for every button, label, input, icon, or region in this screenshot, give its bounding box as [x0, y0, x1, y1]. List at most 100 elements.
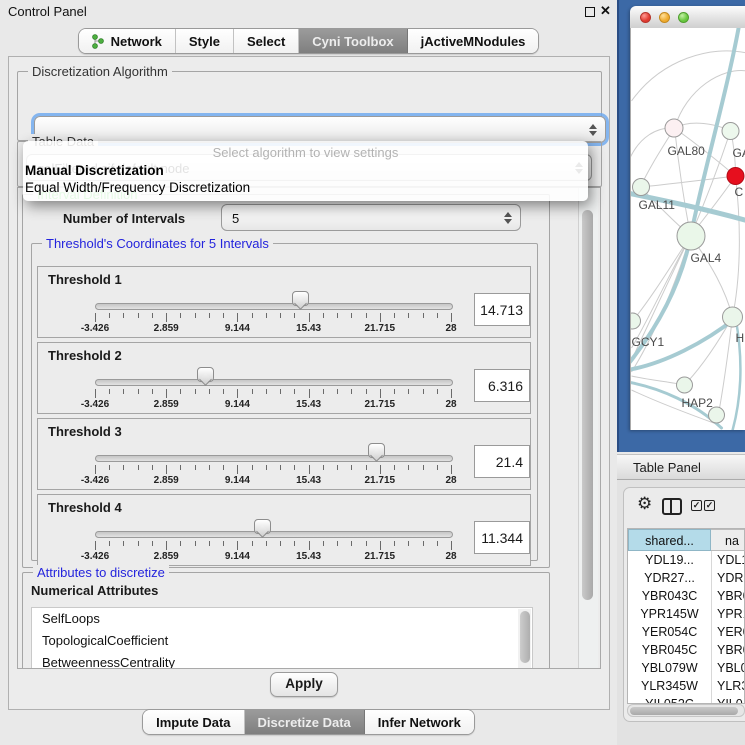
threshold-value-field[interactable]: 21.4 — [474, 445, 530, 478]
tab-network[interactable]: Network — [79, 29, 176, 53]
checkbox-icon[interactable]: ✓ — [704, 500, 715, 511]
slider-tick-label: 28 — [445, 399, 456, 410]
tab-infer-network[interactable]: Infer Network — [365, 710, 474, 734]
apply-button[interactable]: Apply — [270, 672, 338, 697]
slider-track[interactable] — [95, 455, 453, 462]
network-node[interactable] — [677, 222, 705, 250]
network-node[interactable] — [633, 179, 650, 196]
slider-tick — [408, 313, 409, 318]
slider-tick-label: -3.426 — [81, 323, 109, 334]
combo-stepper-icon — [589, 123, 596, 137]
threshold-value-field[interactable]: 6.316 — [474, 369, 530, 402]
network-node[interactable] — [631, 313, 641, 329]
network-node[interactable] — [727, 168, 744, 185]
tab-select[interactable]: Select — [234, 29, 299, 53]
network-node[interactable] — [665, 119, 683, 137]
threshold-value-field[interactable]: 14.713 — [474, 293, 530, 326]
table-row[interactable]: YLR345WYLR3 — [628, 677, 744, 695]
slider-thumb[interactable] — [254, 519, 271, 534]
slider-tick-label: 28 — [445, 475, 456, 486]
minimize-traffic-light-icon[interactable] — [659, 12, 670, 23]
slider-tick — [252, 541, 253, 546]
table-row[interactable]: YER054CYER0 — [628, 623, 744, 641]
slider-tick — [252, 389, 253, 394]
slider-tick — [451, 389, 452, 398]
attributes-list-scroll-thumb[interactable] — [520, 611, 530, 663]
float-window-icon[interactable] — [585, 7, 595, 17]
column-header[interactable]: na — [711, 529, 744, 551]
slider-thumb[interactable] — [197, 367, 214, 382]
table-cell: YIL052C — [628, 695, 712, 704]
settings-scroll-thumb[interactable] — [582, 210, 593, 600]
table-row[interactable]: YDL19...YDL1 — [628, 551, 744, 569]
tab-label: Cyni Toolbox — [312, 34, 393, 49]
attributes-list[interactable]: SelfLoopsTopologicalCoefficientBetweenne… — [31, 607, 533, 669]
slider-track[interactable] — [95, 379, 453, 386]
slider-track[interactable] — [95, 531, 453, 538]
table-row[interactable]: YBL079WYBL0 — [628, 659, 744, 677]
table-cell: YBR045C — [628, 641, 712, 659]
close-traffic-light-icon[interactable] — [640, 12, 651, 23]
tab-cyni-toolbox[interactable]: Cyni Toolbox — [299, 29, 407, 53]
slider-tick — [323, 465, 324, 470]
attribute-list-item[interactable]: TopologicalCoefficient — [32, 630, 532, 652]
attribute-list-item[interactable]: BetweennessCentrality — [32, 652, 532, 669]
slider-tick-label: 21.715 — [365, 399, 396, 410]
checkbox-icon[interactable]: ✓ — [691, 500, 702, 511]
zoom-traffic-light-icon[interactable] — [678, 12, 689, 23]
slider-tick — [309, 541, 310, 550]
attributes-list-scrollbar[interactable] — [518, 609, 531, 669]
network-node[interactable] — [677, 377, 693, 393]
attributes-group-title: Attributes to discretize — [33, 565, 169, 580]
network-node[interactable] — [709, 407, 725, 423]
slider-track[interactable] — [95, 303, 453, 310]
slider-tick — [109, 313, 110, 318]
tab-discretize-data[interactable]: Discretize Data — [245, 710, 365, 734]
table-row[interactable]: YDR27...YDR2 — [628, 569, 744, 587]
network-node[interactable] — [723, 307, 743, 327]
tab-style[interactable]: Style — [176, 29, 234, 53]
settings-vertical-scrollbar[interactable] — [578, 188, 598, 668]
slider-tick-label: 9.144 — [225, 323, 250, 334]
table-horizontal-scrollbar[interactable] — [627, 704, 745, 717]
attribute-list-item[interactable]: SelfLoops — [32, 608, 532, 630]
algorithm-option[interactable]: Manual Discretization — [25, 163, 164, 178]
network-edge — [632, 236, 691, 348]
slider-tick — [380, 313, 381, 322]
split-columns-icon[interactable] — [662, 498, 682, 515]
column-header-selected[interactable]: shared... — [628, 529, 711, 551]
slider-tick-label: 2.859 — [154, 551, 179, 562]
slider-thumb[interactable] — [292, 291, 309, 306]
table-scroll-thumb[interactable] — [630, 707, 738, 715]
table-row[interactable]: YBR045CYBR0 — [628, 641, 744, 659]
table-row[interactable]: YPR145WYPR1 — [628, 605, 744, 623]
algorithm-option[interactable]: Equal Width/Frequency Discretization — [25, 180, 250, 195]
threshold-panel: Threshold 1-3.4262.8599.14415.4321.71528… — [37, 266, 531, 338]
tab-label: Infer Network — [378, 715, 461, 730]
tab-jactivemnodules[interactable]: jActiveMNodules — [408, 29, 539, 53]
table-row[interactable]: YBR043CYBR0 — [628, 587, 744, 605]
gear-icon[interactable]: ⚙ — [637, 494, 652, 514]
num-intervals-combobox[interactable]: 5 — [221, 204, 521, 231]
algorithm-combobox[interactable] — [34, 116, 606, 143]
table-row[interactable]: YIL052CYIL0 — [628, 695, 744, 704]
slider-tick — [266, 389, 267, 394]
bottom-tab-strip: Impute DataDiscretize Data Infer Network — [0, 709, 617, 735]
threshold-panel: Threshold 3-3.4262.8599.14415.4321.71528… — [37, 418, 531, 490]
table-cell: YLR345W — [628, 677, 712, 695]
threshold-label: Threshold 2 — [48, 348, 122, 363]
tab-impute-data[interactable]: Impute Data — [143, 710, 244, 734]
slider-tick — [423, 465, 424, 470]
network-canvas[interactable]: GAL80GAGAL11GAL4GCY1HHAP2C — [630, 28, 745, 430]
algorithm-group: Discretization Algorithm — [17, 71, 602, 141]
slider-tick — [351, 541, 352, 546]
slider-tick-label: 2.859 — [154, 323, 179, 334]
slider-thumb[interactable] — [368, 443, 385, 458]
slider-tick — [152, 313, 153, 318]
threshold-value-field[interactable]: 11.344 — [474, 521, 530, 554]
network-node[interactable] — [722, 123, 739, 140]
table-header-row: shared...na — [628, 529, 744, 551]
close-icon[interactable]: ✕ — [600, 3, 611, 19]
control-panel: Control Panel ✕ NetworkStyleSelectCyni T… — [0, 0, 617, 745]
table-cell: YIL0 — [712, 695, 744, 704]
